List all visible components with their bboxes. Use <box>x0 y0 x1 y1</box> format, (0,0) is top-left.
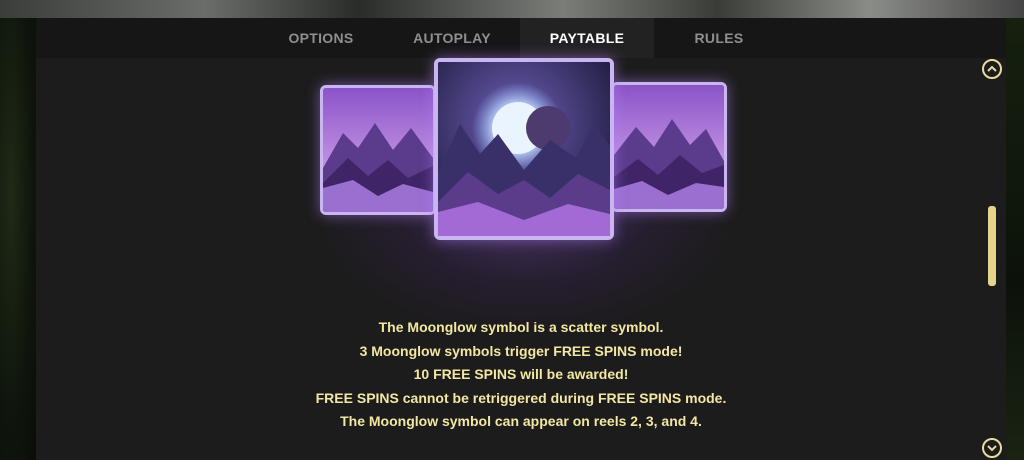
scrollbar-thumb[interactable] <box>988 206 996 286</box>
scroll-up-button[interactable] <box>982 59 1002 79</box>
description-line: 3 Moonglow symbols trigger FREE SPINS mo… <box>359 342 683 359</box>
chevron-down-icon <box>987 445 997 452</box>
moonglow-symbol-right <box>611 82 727 212</box>
tab-options[interactable]: OPTIONS <box>258 18 384 58</box>
description-line: 10 FREE SPINS will be awarded! <box>413 366 629 382</box>
moonglow-symbol-left <box>320 85 436 215</box>
description-line: FREE SPINS cannot be retriggered during … <box>315 389 727 406</box>
tab-rules[interactable]: RULES <box>658 18 780 58</box>
background-foliage-left <box>0 18 36 460</box>
background-foliage-right <box>1006 18 1024 460</box>
description-line: The Moonglow symbol can appear on reels … <box>340 413 702 429</box>
moonglow-symbol-center <box>434 58 614 240</box>
scroll-down-button[interactable] <box>982 438 1002 458</box>
paytable-panel: OPTIONS AUTOPLAY PAYTABLE RULES The Moon… <box>36 18 1006 460</box>
chevron-up-icon <box>987 65 997 72</box>
paytable-description: The Moonglow symbol is a scatter symbol.… <box>186 316 856 434</box>
tab-bar: OPTIONS AUTOPLAY PAYTABLE RULES <box>36 18 1006 58</box>
background-image-strip <box>0 0 1024 18</box>
scrollbar-track[interactable] <box>988 206 998 288</box>
tab-autoplay[interactable]: AUTOPLAY <box>388 18 516 58</box>
description-line: The Moonglow symbol is a scatter symbol. <box>378 319 664 335</box>
tab-paytable[interactable]: PAYTABLE <box>520 18 654 58</box>
